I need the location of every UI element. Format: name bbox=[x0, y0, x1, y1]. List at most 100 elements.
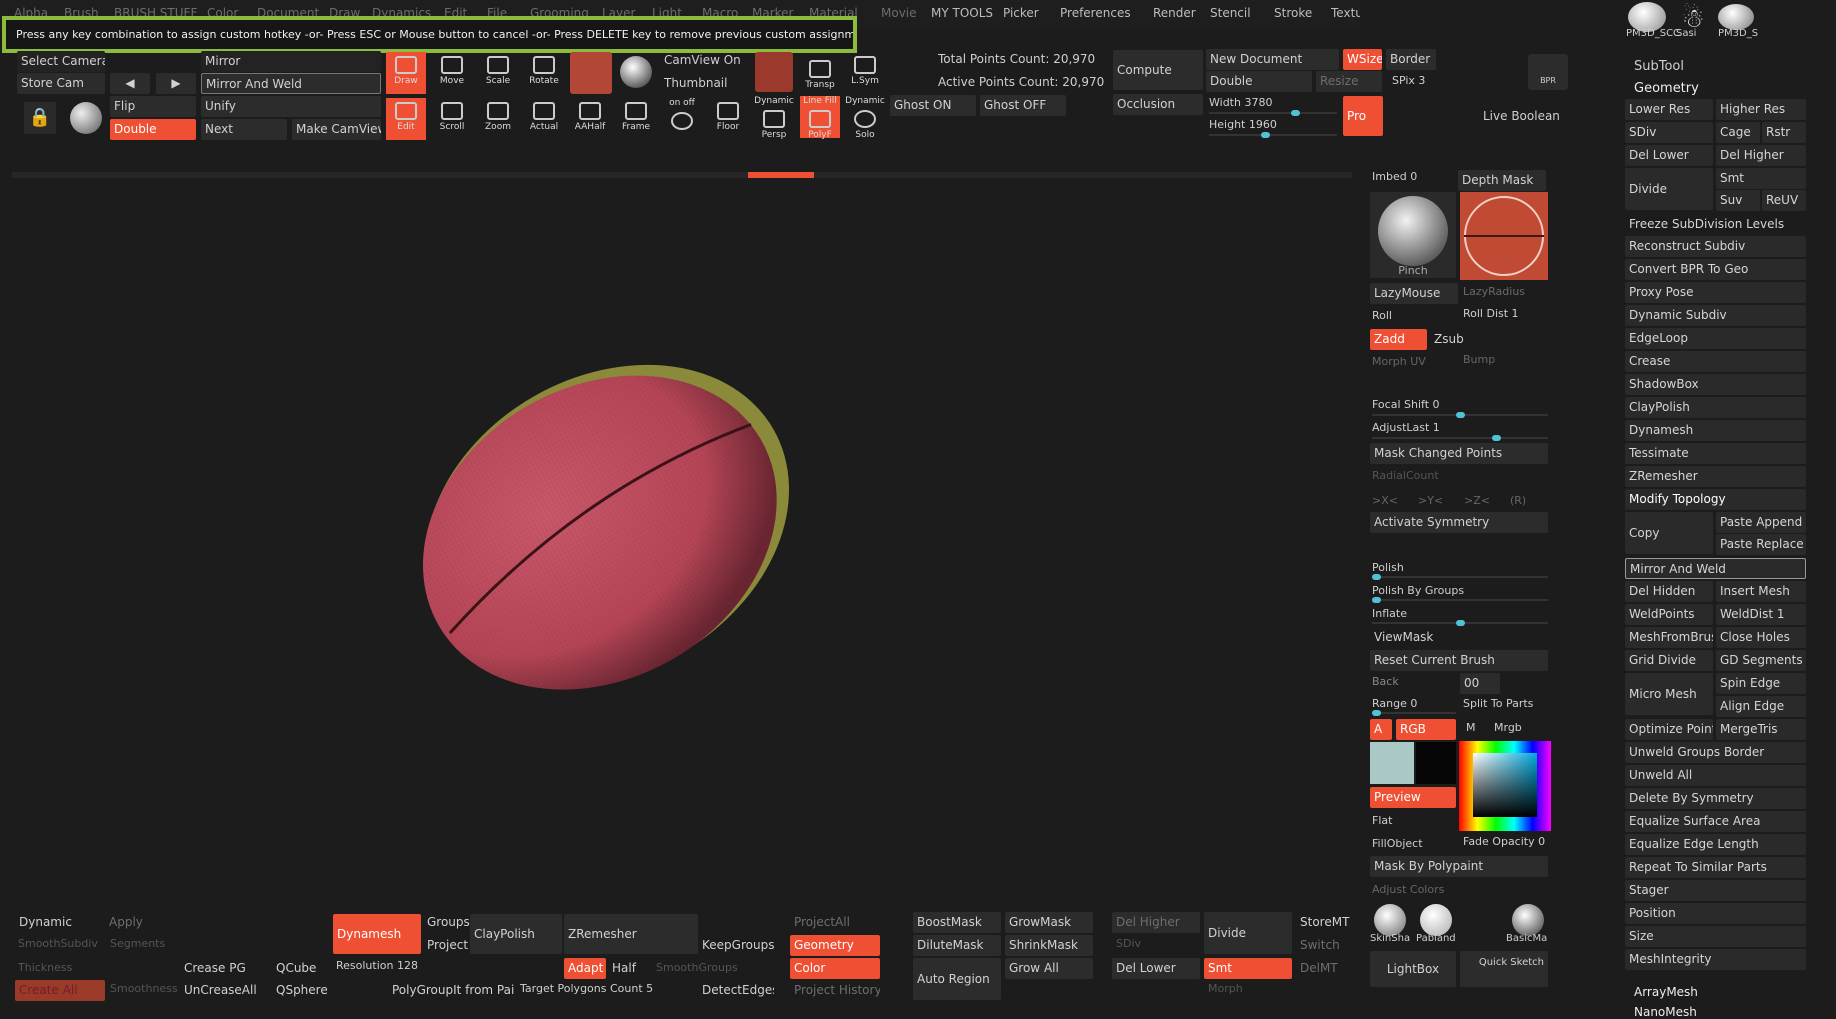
a-channel-button[interactable]: A bbox=[1370, 719, 1392, 740]
qsphere-button[interactable]: QSphere bbox=[272, 980, 336, 1001]
reuv-button[interactable]: ReUV bbox=[1762, 190, 1806, 211]
del-higher-bottom-button[interactable]: Del Higher bbox=[1112, 912, 1200, 933]
thickness-slider[interactable]: Thickness bbox=[18, 961, 72, 974]
convert-bpr-button[interactable]: Convert BPR To Geo bbox=[1625, 259, 1806, 280]
height-slider-track[interactable] bbox=[1209, 132, 1337, 138]
copy-button[interactable]: Copy bbox=[1625, 512, 1713, 554]
edit-tool-button[interactable]: Edit bbox=[386, 98, 426, 140]
new-document-button[interactable]: New Document bbox=[1206, 49, 1339, 70]
smoothgroups-slider[interactable]: SmoothGroups bbox=[656, 961, 738, 974]
edgeloop-menu[interactable]: EdgeLoop bbox=[1625, 328, 1806, 349]
weldpoints-button[interactable]: WeldPoints bbox=[1625, 604, 1713, 625]
close-holes-button[interactable]: Close Holes bbox=[1716, 627, 1806, 648]
sdiv-slider[interactable]: SDiv bbox=[1625, 122, 1713, 143]
aahalf-tool-button[interactable]: AAHalf bbox=[570, 98, 610, 140]
del-lower-bottom-button[interactable]: Del Lower bbox=[1112, 958, 1200, 979]
material-sphere-icon[interactable] bbox=[620, 56, 652, 88]
sphere-icon[interactable] bbox=[70, 102, 102, 134]
meshfrombrush-button[interactable]: MeshFromBrush bbox=[1625, 627, 1713, 648]
align-edge-button[interactable]: Align Edge bbox=[1716, 696, 1806, 717]
symmetry-z-button[interactable]: >Z< bbox=[1464, 494, 1490, 507]
width-slider[interactable]: Width 3780 bbox=[1209, 96, 1272, 109]
unweld-groups-border-button[interactable]: Unweld Groups Border bbox=[1625, 742, 1806, 763]
make-camview-button[interactable]: Make CamView bbox=[292, 119, 381, 140]
adapt-toggle[interactable]: Adapt bbox=[564, 958, 606, 979]
persp-button[interactable]: Dynamic Persp bbox=[754, 96, 794, 140]
height-slider[interactable]: Height 1960 bbox=[1209, 118, 1277, 131]
move-tool-button[interactable]: Move bbox=[432, 52, 472, 94]
quick-sketch-button[interactable]: Quick Sketch bbox=[1460, 951, 1548, 987]
geometry-header[interactable]: Geometry bbox=[1634, 81, 1699, 96]
grow-all-button[interactable]: Grow All bbox=[1005, 958, 1093, 979]
proxy-pose-menu[interactable]: Proxy Pose bbox=[1625, 282, 1806, 303]
smt-toggle[interactable]: Smt bbox=[1716, 168, 1806, 189]
del-hidden-button[interactable]: Del Hidden bbox=[1625, 581, 1713, 602]
unify-button[interactable]: Unify bbox=[201, 96, 381, 117]
lower-res-button[interactable]: Lower Res bbox=[1625, 99, 1713, 120]
dilutemask-button[interactable]: DiluteMask bbox=[913, 935, 1001, 956]
symmetry-r-button[interactable]: (R) bbox=[1510, 494, 1526, 507]
symmetry-x-button[interactable]: >X< bbox=[1372, 494, 1398, 507]
symmetry-y-button[interactable]: >Y< bbox=[1418, 494, 1443, 507]
geometry-toggle[interactable]: Geometry bbox=[790, 935, 880, 956]
apply-button[interactable]: Apply bbox=[105, 912, 175, 933]
menu-texture[interactable]: Texture bbox=[1331, 6, 1360, 20]
shrinkmask-button[interactable]: ShrinkMask bbox=[1005, 935, 1093, 956]
nanomesh-header[interactable]: NanoMesh bbox=[1634, 1005, 1697, 1019]
cage-button[interactable]: Cage bbox=[1716, 122, 1760, 143]
fillobject-button[interactable]: FillObject bbox=[1372, 837, 1423, 850]
segments-slider[interactable]: Segments bbox=[110, 937, 165, 950]
paste-replace-button[interactable]: Paste Replace bbox=[1716, 534, 1806, 555]
adjustlast-track[interactable] bbox=[1372, 435, 1548, 441]
m-button[interactable]: M bbox=[1466, 721, 1476, 734]
double-button[interactable]: Double bbox=[110, 119, 196, 140]
bump-slider[interactable]: Bump bbox=[1463, 353, 1495, 366]
polish-by-groups-slider[interactable]: Polish By Groups bbox=[1372, 584, 1464, 597]
smoothsubdiv-slider[interactable]: SmoothSubdiv bbox=[18, 937, 98, 950]
polish-groups-track[interactable] bbox=[1372, 597, 1548, 603]
split-to-parts-button[interactable]: Split To Parts bbox=[1463, 697, 1533, 710]
transp-button[interactable]: Transp bbox=[800, 56, 840, 98]
scroll-tool-button[interactable]: Scroll bbox=[432, 98, 472, 140]
insert-mesh-button[interactable]: Insert Mesh bbox=[1716, 581, 1806, 602]
color-toggle[interactable]: Color bbox=[790, 958, 880, 979]
growmask-button[interactable]: GrowMask bbox=[1005, 912, 1093, 933]
arraymesh-header[interactable]: ArrayMesh bbox=[1634, 985, 1698, 999]
zremesher-menu[interactable]: ZRemesher bbox=[1625, 466, 1806, 487]
back-value[interactable]: 00 bbox=[1460, 673, 1500, 694]
canvas-viewport[interactable] bbox=[12, 180, 1357, 902]
polish-slider[interactable]: Polish bbox=[1372, 561, 1404, 574]
border-button[interactable]: Border bbox=[1386, 49, 1436, 70]
stroke-alpha-thumbnail[interactable] bbox=[1460, 192, 1548, 280]
inflate-track[interactable] bbox=[1372, 620, 1548, 626]
rgb-button[interactable]: RGB bbox=[1396, 719, 1456, 740]
morph-bottom-slider[interactable]: Morph bbox=[1208, 982, 1243, 995]
boostmask-button[interactable]: BoostMask bbox=[913, 912, 1001, 933]
mirror-and-weld-button[interactable]: Mirror And Weld bbox=[201, 73, 381, 94]
detectedges-toggle[interactable]: DetectEdges bbox=[698, 980, 774, 1001]
mergetris-button[interactable]: MergeTris bbox=[1716, 719, 1806, 740]
ghost-on-button[interactable]: Ghost ON bbox=[890, 95, 976, 116]
document-double-button[interactable]: Double bbox=[1206, 71, 1312, 92]
menu-render[interactable]: Render bbox=[1153, 6, 1196, 20]
optimize-points-button[interactable]: Optimize Points bbox=[1625, 719, 1713, 740]
lock-icon[interactable]: 🔒 bbox=[24, 102, 56, 134]
crease-pg-button[interactable]: Crease PG bbox=[180, 958, 270, 979]
qcube-button[interactable]: QCube bbox=[272, 958, 336, 979]
preview-button[interactable]: Preview bbox=[1370, 787, 1456, 808]
zsub-button[interactable]: Zsub bbox=[1430, 329, 1486, 350]
adjustlast-slider[interactable]: AdjustLast 1 bbox=[1372, 421, 1440, 434]
unweld-all-button[interactable]: Unweld All bbox=[1625, 765, 1806, 786]
target-polygons-slider[interactable]: Target Polygons Count 5 bbox=[520, 982, 653, 995]
timeline-bar[interactable] bbox=[12, 172, 1352, 178]
zoom-tool-button[interactable]: Zoom bbox=[478, 98, 518, 140]
scale-tool-button[interactable]: Scale bbox=[478, 52, 518, 94]
color-swatch[interactable] bbox=[755, 52, 793, 92]
mask-by-polypaint-button[interactable]: Mask By Polypaint bbox=[1370, 856, 1548, 877]
primary-color-swatch[interactable] bbox=[1370, 742, 1414, 784]
prev-camera-button[interactable]: ◀ bbox=[110, 73, 150, 94]
menu-stroke[interactable]: Stroke bbox=[1274, 6, 1312, 20]
micro-mesh-button[interactable]: Micro Mesh bbox=[1625, 673, 1713, 715]
secondary-color-swatch[interactable] bbox=[1416, 742, 1456, 784]
polyf-button[interactable]: Line Fill PolyF bbox=[800, 96, 840, 140]
